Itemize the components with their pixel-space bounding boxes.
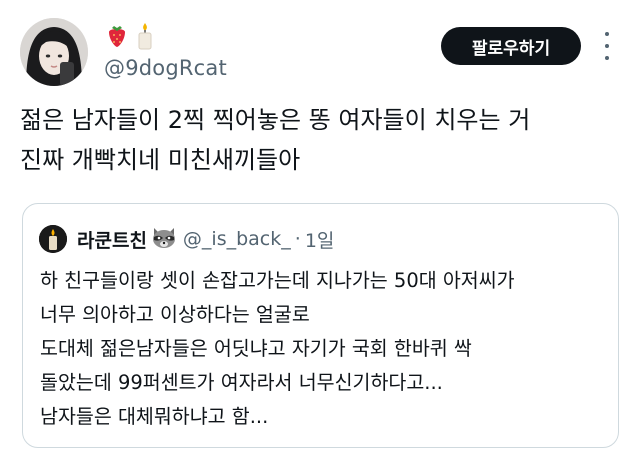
quoted-text-line: 도대체 젊은남자들은 어딧냐고 자기가 국회 한바퀴 싹 — [40, 337, 472, 360]
follow-button[interactable]: 팔로우하기 — [441, 27, 581, 65]
author-display-name[interactable] — [104, 22, 156, 54]
quoted-author-avatar[interactable] — [39, 225, 67, 253]
quoted-author-name[interactable]: 라쿤트친 — [77, 226, 147, 253]
strawberry-icon — [104, 23, 130, 53]
quoted-text-line: 너무 의아하고 이상하다는 얼굴로 — [40, 303, 310, 326]
tweet-text: 젊은 남자들이 2찍 찍어놓은 똥 여자들이 치우는 거 진짜 개빡치네 미친새… — [20, 100, 630, 180]
quoted-text-line: 하 친구들이랑 셋이 손잡고가는데 지나가는 50대 아저씨가 — [40, 269, 515, 292]
raccoon-icon — [151, 225, 177, 253]
quoted-text-line: 돌았는데 99퍼센트가 여자라서 너무신기하다고... — [40, 371, 443, 394]
quoted-timestamp[interactable]: 1일 — [305, 226, 335, 253]
author-handle[interactable]: @9dogRcat — [104, 56, 227, 80]
quoted-text-line: 남자들은 대체뭐하냐고 함... — [40, 405, 269, 428]
tweet-text-line: 진짜 개빡치네 미친새끼들아 — [20, 146, 301, 174]
separator-dot: · — [294, 228, 301, 250]
quoted-tweet-header: 라쿤트친 @_is_back_ · 1일 — [39, 224, 334, 254]
tweet-text-line: 젊은 남자들이 2찍 찍어놓은 똥 여자들이 치우는 거 — [20, 106, 531, 134]
more-vertical-icon[interactable] — [600, 32, 614, 60]
quoted-tweet[interactable]: 라쿤트친 @_is_back_ · 1일 하 친구들이랑 셋이 손잡고가는데 지… — [22, 203, 619, 448]
author-avatar[interactable] — [20, 18, 88, 86]
quoted-tweet-text: 하 친구들이랑 셋이 손잡고가는데 지나가는 50대 아저씨가 너무 의아하고 … — [40, 264, 610, 434]
quoted-author-handle[interactable]: @_is_back_ — [183, 228, 291, 250]
candle-icon — [134, 22, 156, 54]
